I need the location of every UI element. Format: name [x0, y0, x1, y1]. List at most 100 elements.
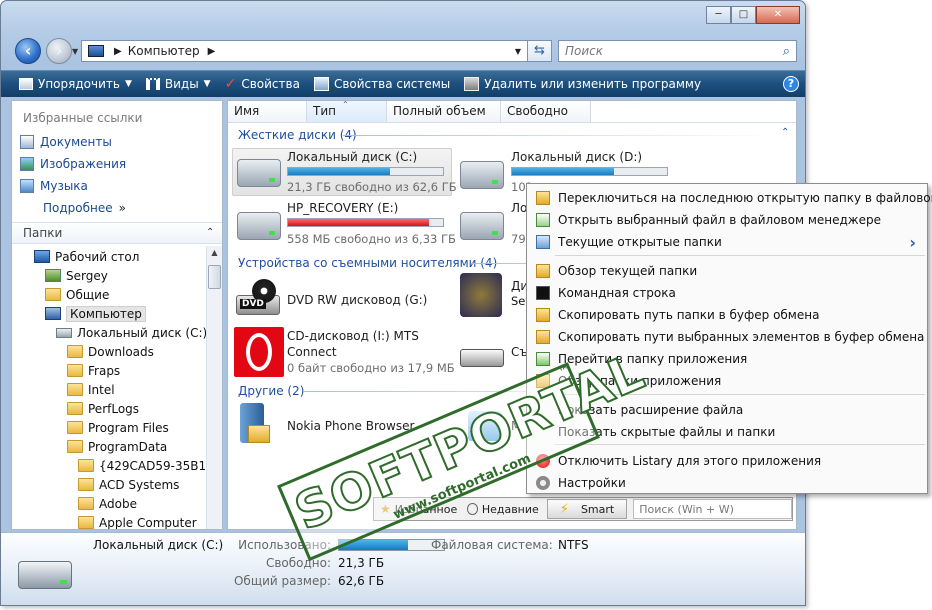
nokia-name[interactable]: Nokia Phone Browser	[287, 419, 414, 433]
tree-item[interactable]: Компьютер	[12, 304, 206, 323]
copy-paths-icon	[536, 330, 550, 344]
scroll-up-icon[interactable]: ▲	[209, 248, 220, 260]
menu-item[interactable]: Текущие открытые папки ›	[528, 231, 926, 253]
menu-item-label: Настройки	[558, 476, 626, 490]
favorite-label: Документы	[40, 135, 112, 149]
favorite-pictures[interactable]: Изображения	[12, 153, 222, 175]
favorite-music[interactable]: Музыка	[12, 175, 222, 197]
tree-item[interactable]: Program Files	[12, 418, 206, 437]
open-folders-icon	[536, 235, 550, 249]
refresh-button[interactable]: ⇆	[528, 40, 552, 62]
tree-item[interactable]: PerfLogs	[12, 399, 206, 418]
menu-item[interactable]: Скопировать путь папки в буфер обмена	[528, 304, 926, 326]
tree-item[interactable]: Общие	[12, 285, 206, 304]
folders-header[interactable]: Папки ⌃	[12, 222, 222, 244]
tree-item[interactable]: {429CAD59-35B1-4DE	[12, 456, 206, 475]
favorite-documents[interactable]: Документы	[12, 131, 222, 153]
group-removable[interactable]: Устройства со съемными носителями (4)	[238, 256, 497, 270]
listary-search-input[interactable]: Поиск (Win + W)	[633, 499, 792, 519]
address-dropdown-icon[interactable]: ▼	[515, 47, 521, 56]
system-properties-button[interactable]: Свойства системы	[307, 71, 457, 98]
search-box[interactable]: Поиск ⌕	[558, 40, 797, 62]
menu-separator	[555, 444, 925, 445]
drive-icon	[56, 327, 72, 338]
menu-item-label: Скопировать пути выбранных элементов в б…	[558, 330, 925, 344]
total-label: Общий размер:	[233, 574, 331, 588]
menu-item[interactable]: Открыть выбранный файл в файловом менедж…	[528, 209, 926, 231]
lightning-icon: ⚡	[559, 501, 569, 517]
organize-button[interactable]: Упорядочить ▼	[1, 71, 139, 98]
drive-e-name[interactable]: HP_RECOVERY (E:)	[287, 201, 398, 215]
history-dropdown-icon[interactable]: ▼	[72, 47, 78, 56]
drive-i-name[interactable]: CD-дисковод (I:) MTS	[287, 329, 419, 343]
properties-button[interactable]: ✓ Свойства	[218, 71, 307, 98]
scroll-thumb[interactable]	[208, 265, 221, 289]
drive-d-name[interactable]: Локальный диск (D:)	[511, 150, 642, 164]
tree-item[interactable]: ACD Systems	[12, 475, 206, 494]
search-input[interactable]: Поиск	[565, 44, 603, 58]
tree-item[interactable]: Apple Computer	[12, 513, 206, 529]
tree-scrollbar[interactable]: ▲	[206, 246, 222, 529]
desktop-icon	[34, 250, 50, 263]
minimize-button[interactable]: ─	[706, 6, 731, 24]
breadcrumb-separator-icon: ▶	[114, 45, 122, 57]
help-icon: ?	[783, 76, 799, 92]
go-app-folder-icon	[536, 352, 550, 366]
tree-item[interactable]: Fraps	[12, 361, 206, 380]
listary-smart-button[interactable]: ⚡ Smart	[546, 499, 628, 519]
group-collapse-icon[interactable]: ⌃	[781, 127, 789, 138]
browse-folder-icon	[536, 264, 550, 278]
favorites-title: Избранные ссылки	[23, 111, 143, 125]
tree-item-label: Sergey	[66, 268, 108, 283]
forward-button[interactable]: ›	[46, 38, 72, 64]
tree-item[interactable]: Intel	[12, 380, 206, 399]
column-free-space[interactable]: Свободно	[501, 101, 591, 122]
tree-item[interactable]: Adobe	[12, 494, 206, 513]
tree-item-label: Общие	[66, 287, 110, 302]
address-bar[interactable]: ▶ Компьютер ▶ ▼	[81, 40, 528, 62]
column-name[interactable]: Имя	[228, 101, 307, 122]
column-total-size[interactable]: Полный объем	[387, 101, 501, 122]
uninstall-button[interactable]: Удалить или изменить программу	[457, 71, 708, 98]
menu-item[interactable]: Переключиться на последнюю открытую папк…	[528, 187, 932, 209]
tree-item-label: Apple Computer	[99, 515, 197, 530]
drive-c-usage-bar	[287, 167, 444, 176]
checkmark-icon: ✓	[224, 76, 237, 92]
tree-item[interactable]: Рабочий стол	[12, 247, 206, 266]
favorite-label: Изображения	[40, 157, 127, 171]
tree-item[interactable]: Downloads	[12, 342, 206, 361]
drive-i-free: 0 байт свободно из 17,9 МБ	[287, 361, 455, 375]
hard-drive-icon	[237, 212, 281, 240]
group-other[interactable]: Другие (2)	[238, 384, 304, 398]
tree-item[interactable]: Sergey	[12, 266, 206, 285]
settings-icon	[536, 476, 550, 490]
menu-separator	[555, 255, 925, 256]
forward-arrow-icon: ›	[55, 41, 63, 60]
group-hard-drives[interactable]: Жесткие диски (4)	[238, 128, 357, 142]
menu-item-label: Переключиться на последнюю открытую папк…	[558, 191, 932, 205]
views-button[interactable]: Виды ▼	[139, 71, 218, 98]
maximize-button[interactable]: □	[731, 6, 756, 24]
menu-item[interactable]: Скопировать пути выбранных элементов в б…	[528, 326, 926, 348]
tree-item[interactable]: ProgramData	[12, 437, 206, 456]
folders-title: Папки	[23, 226, 63, 240]
more-favorites-link[interactable]: Подробнее »	[12, 197, 222, 219]
breadcrumb-computer[interactable]: Компьютер	[128, 44, 200, 58]
total-value: 62,6 ГБ	[338, 574, 385, 588]
sort-arrow-icon: ⌃	[342, 100, 349, 109]
help-button[interactable]: ?	[776, 71, 805, 98]
drive-g-name[interactable]: DVD RW дисковод (G:)	[287, 293, 427, 307]
folder-icon	[78, 459, 94, 472]
listary-recent-button[interactable]: Недавние	[482, 503, 539, 516]
tree-item-label: Intel	[88, 382, 115, 397]
folder-icon	[78, 497, 94, 510]
menu-item[interactable]: Настройки	[528, 472, 926, 494]
folder-icon	[78, 516, 94, 529]
close-button[interactable]: ✕	[756, 6, 800, 24]
menu-item[interactable]: Обзор текущей папки	[528, 260, 926, 282]
search-icon[interactable]: ⌕	[783, 44, 790, 59]
menu-item[interactable]: Командная строка	[528, 282, 926, 304]
back-button[interactable]: ‹	[15, 38, 41, 64]
menu-item-label: Обзор текущей папки	[558, 264, 698, 278]
tree-item[interactable]: Локальный диск (C:)	[12, 323, 206, 342]
